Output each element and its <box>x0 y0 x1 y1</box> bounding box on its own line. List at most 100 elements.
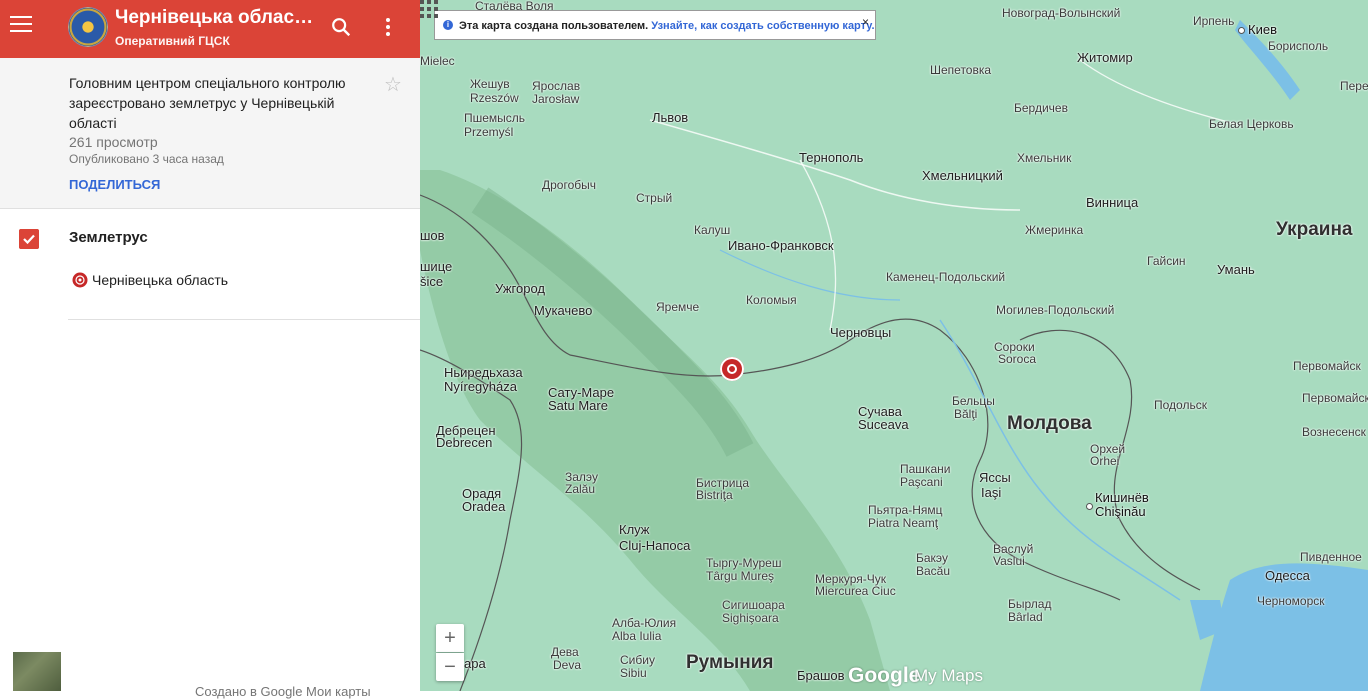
created-in-note: Создано в Google Мои карты <box>195 684 371 699</box>
map-label: Ивано-Франковск <box>728 238 834 253</box>
map-label: Житомир <box>1077 50 1133 65</box>
map-label: Oradea <box>462 499 506 514</box>
description-text: Головним центром спеціального контролю з… <box>69 75 346 131</box>
map-label: Мукачево <box>534 303 593 318</box>
map-label: Каменец-Подольский <box>886 270 1006 284</box>
map-label: Сибиу <box>620 653 655 667</box>
map-label: Ньиредьхаза <box>444 365 523 380</box>
map-label: Жмеринка <box>1025 223 1084 237</box>
map-label: Bacău <box>916 564 951 578</box>
zoom-out-button[interactable]: − <box>436 653 464 681</box>
map-author[interactable]: Оперативний ГЦСК <box>115 34 230 48</box>
map-label: Гайсин <box>1147 254 1186 268</box>
map-label: Suceava <box>858 417 909 432</box>
map-label: Черновцы <box>830 325 892 340</box>
layer-checkbox[interactable] <box>19 229 39 249</box>
apps-grid-icon[interactable] <box>420 0 438 18</box>
map-label: Первомайск <box>1302 391 1368 405</box>
map-label: Soroca <box>998 352 1037 366</box>
user-map-notice: i Эта карта создана пользователем. Узнай… <box>434 10 876 40</box>
map-label: Бырлад <box>1008 597 1052 611</box>
map-label: Новоград-Волынский <box>1002 6 1121 20</box>
map-label: Nyíregyháza <box>444 379 517 394</box>
map-label: Шепетовка <box>930 63 992 77</box>
map-label: Киев <box>1248 22 1277 37</box>
map-label: Украина <box>1276 219 1353 240</box>
map-label: Cluj-Напоса <box>619 538 691 553</box>
map-label: Коломыя <box>746 293 797 307</box>
zoom-in-button[interactable]: + <box>436 624 464 652</box>
map-label: Могилев-Подольский <box>996 303 1115 317</box>
map-label: Брашов <box>797 668 845 683</box>
map-label: Пашкани <box>900 462 951 476</box>
map-label: Сигишоара <box>722 598 785 612</box>
map-title: Чернівецька область <box>115 7 315 28</box>
map-label: Тыргу-Муреш <box>706 556 782 570</box>
map-label: Sibiu <box>620 666 647 680</box>
map-label: Miercurea Ciuc <box>815 584 896 598</box>
map-label: Алба-Юлия <box>612 616 677 630</box>
map-label: Przemyśl <box>464 125 514 139</box>
map-label: Orhei <box>1090 454 1120 468</box>
map-label: Тернополь <box>799 150 864 165</box>
map-label: шице <box>420 259 453 274</box>
map-label: Бердичев <box>1014 101 1068 115</box>
layer-title: Землетрус <box>69 229 148 246</box>
map-label: Калуш <box>694 223 731 237</box>
view-count: 261 просмотр <box>69 134 158 150</box>
map-label: Ужгород <box>495 281 545 296</box>
google-logo: Google <box>848 664 921 687</box>
map-label: Пивденное <box>1300 550 1362 564</box>
map-label: Белая Церковь <box>1209 117 1294 131</box>
map-label: Одесса <box>1265 568 1310 583</box>
map-label: Bistriţa <box>696 488 733 502</box>
search-icon[interactable] <box>330 16 352 38</box>
map-label: Хмельник <box>1017 151 1072 165</box>
notice-link[interactable]: Узнайте, как создать собственную карту. <box>651 20 874 32</box>
map-label: Alba Iulia <box>612 629 662 643</box>
earthquake-marker[interactable] <box>720 357 744 381</box>
map-label: Хмельницкий <box>922 168 1003 183</box>
map-label: Sighişoara <box>722 611 779 625</box>
map-label: Румыния <box>686 652 774 673</box>
map-label: Клуж <box>619 522 650 537</box>
menu-icon[interactable] <box>10 16 32 32</box>
earthquake-marker-icon <box>72 272 88 288</box>
map-label: Satu Mare <box>548 398 608 413</box>
close-icon[interactable]: × <box>862 15 869 29</box>
map-label: Умань <box>1217 262 1255 277</box>
place-list-item[interactable]: Чернівецька область <box>92 272 228 288</box>
map-label: Жешув <box>470 77 510 91</box>
map-label: Iaşi <box>981 485 1002 500</box>
share-button[interactable]: ПОДЕЛИТЬСЯ <box>69 177 160 192</box>
map-label: Vaslui <box>993 554 1025 568</box>
map-label: Paşcani <box>900 475 943 489</box>
city-dot <box>1238 27 1245 34</box>
map-label: Jarosław <box>532 92 580 106</box>
map-label: Первомайск <box>1293 359 1361 373</box>
basemap-thumbnail[interactable] <box>13 652 61 691</box>
notice-text: Эта карта создана пользователем. <box>459 20 649 32</box>
map-label: Вознесенск <box>1302 425 1366 439</box>
map-label: Bârlad <box>1008 610 1043 624</box>
map-label: Deva <box>553 658 582 672</box>
map-label: Пере <box>1340 79 1368 93</box>
map-label: Борисполь <box>1268 39 1329 53</box>
more-vert-icon[interactable] <box>380 16 396 38</box>
map-description: Головним центром спеціального контролю з… <box>0 58 420 209</box>
map-label: Debrecen <box>436 435 493 450</box>
map-label: Piatra Neamţ <box>868 516 939 530</box>
map-label: Черноморск <box>1257 594 1325 608</box>
map-header: Чернівецька область Оперативний ГЦСК <box>0 0 420 58</box>
map-label: Târgu Mureş <box>706 569 775 583</box>
map-label: Молдова <box>1007 413 1092 434</box>
map-label: Стрый <box>636 191 673 205</box>
map-label: Mielec <box>420 54 455 68</box>
map-label: šice <box>420 274 444 289</box>
map-label: Бельцы <box>952 394 995 408</box>
star-icon[interactable]: ☆ <box>384 72 402 97</box>
map-label: Дрогобыч <box>542 178 597 192</box>
map-canvas[interactable]: Сталёва Воля Новоград-Волынский Ирпень К… <box>420 0 1368 691</box>
info-icon: i <box>443 20 453 30</box>
map-label: Ирпень <box>1193 14 1235 28</box>
